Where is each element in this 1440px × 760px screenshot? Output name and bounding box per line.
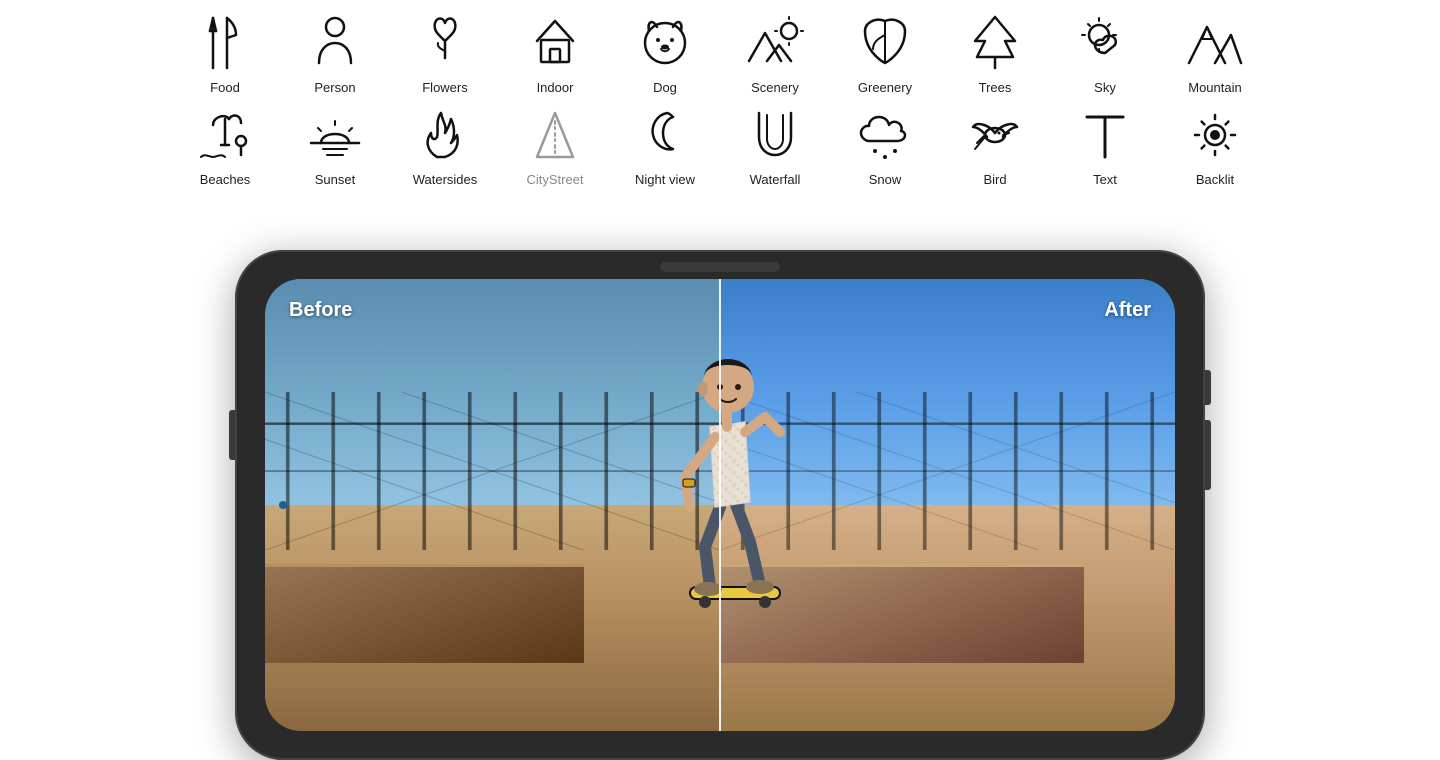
power-button <box>1205 370 1211 405</box>
indoor-label: Indoor <box>537 80 574 96</box>
icon-item-indoor: Indoor <box>500 8 610 96</box>
icon-row-1: Food Person Flowers <box>170 8 1270 96</box>
scenery-icon <box>745 8 805 78</box>
icon-item-food: Food <box>170 8 280 96</box>
citystreet-label: CityStreet <box>526 172 583 188</box>
flowers-label: Flowers <box>422 80 468 96</box>
icon-item-dog: Dog <box>610 8 720 96</box>
phone-outer: Before After <box>235 250 1205 760</box>
sunset-icon <box>305 100 365 170</box>
icon-item-bird: Bird <box>940 100 1050 188</box>
icon-item-snow: Snow <box>830 100 940 188</box>
icon-item-citystreet: CityStreet <box>500 100 610 188</box>
icon-item-nightview: Night view <box>610 100 720 188</box>
icon-item-watersides: Watersides <box>390 100 500 188</box>
dog-icon <box>635 8 695 78</box>
dog-label: Dog <box>653 80 677 96</box>
icon-item-sunset: Sunset <box>280 100 390 188</box>
bird-label: Bird <box>983 172 1006 188</box>
icon-item-person: Person <box>280 8 390 96</box>
icons-area: Food Person Flowers <box>0 0 1440 191</box>
beaches-label: Beaches <box>200 172 251 188</box>
volume-button <box>229 410 235 460</box>
phone-top-bar <box>660 262 780 272</box>
icon-item-flowers: Flowers <box>390 8 500 96</box>
text-label: Text <box>1093 172 1117 188</box>
icon-item-sky: Sky <box>1050 8 1160 96</box>
waterfall-icon <box>745 100 805 170</box>
phone-mockup: Before After <box>235 250 1205 760</box>
phone-screen: Before After <box>265 279 1175 731</box>
after-label: After <box>1104 299 1151 322</box>
trees-label: Trees <box>979 80 1012 96</box>
trees-icon <box>965 8 1025 78</box>
person-label: Person <box>314 80 355 96</box>
bird-icon <box>965 100 1025 170</box>
snow-label: Snow <box>869 172 902 188</box>
indoor-icon <box>525 8 585 78</box>
nightview-icon <box>635 100 695 170</box>
nightview-label: Night view <box>635 172 695 188</box>
icon-item-beaches: Beaches <box>170 100 280 188</box>
sky-label: Sky <box>1094 80 1116 96</box>
sunset-label: Sunset <box>315 172 355 188</box>
text-icon <box>1075 100 1135 170</box>
mountain-label: Mountain <box>1188 80 1241 96</box>
waterfall-label: Waterfall <box>750 172 801 188</box>
food-label: Food <box>210 80 240 96</box>
sky-icon <box>1075 8 1135 78</box>
food-icon <box>195 8 255 78</box>
icon-item-text: Text <box>1050 100 1160 188</box>
ramp-before <box>265 564 584 663</box>
before-label: Before <box>289 299 352 322</box>
icon-item-trees: Trees <box>940 8 1050 96</box>
backlit-icon <box>1185 100 1245 170</box>
beaches-icon <box>195 100 255 170</box>
icon-item-greenery: Greenery <box>830 8 940 96</box>
greenery-icon <box>855 8 915 78</box>
snow-icon <box>855 100 915 170</box>
flowers-icon <box>415 8 475 78</box>
person-icon <box>305 8 365 78</box>
watersides-label: Watersides <box>413 172 478 188</box>
icon-item-mountain: Mountain <box>1160 8 1270 96</box>
bixby-button <box>1205 420 1211 490</box>
icon-row-2: Beaches <box>170 100 1270 188</box>
backlit-label: Backlit <box>1196 172 1234 188</box>
scenery-label: Scenery <box>751 80 799 96</box>
icon-item-scenery: Scenery <box>720 8 830 96</box>
icon-item-backlit: Backlit <box>1160 100 1270 188</box>
watersides-icon <box>415 100 475 170</box>
greenery-label: Greenery <box>858 80 912 96</box>
camera-dot <box>279 501 287 509</box>
icon-item-waterfall: Waterfall <box>720 100 830 188</box>
before-after-divider <box>719 279 721 731</box>
citystreet-icon <box>525 100 585 170</box>
mountain-icon <box>1185 8 1245 78</box>
